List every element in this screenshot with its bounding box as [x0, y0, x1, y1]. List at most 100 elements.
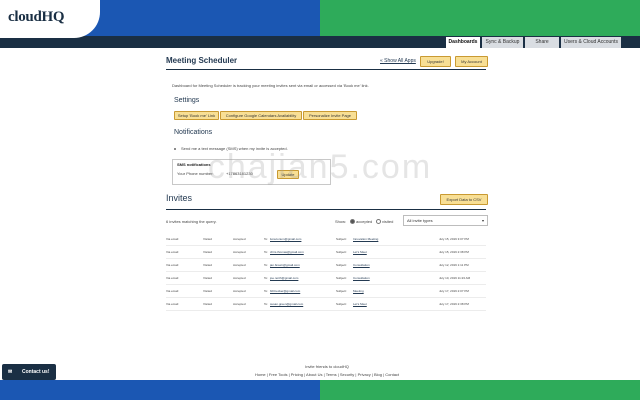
row-via: Via email: [166, 263, 179, 267]
row-visited: Visited: [203, 289, 212, 293]
row-status: Accepted: [233, 302, 246, 306]
row-subject-link[interactable]: Consultation: [353, 263, 370, 267]
row-via: Via email: [166, 237, 179, 241]
configure-calendars-button[interactable]: Configure Google Calendars Availability: [220, 111, 302, 120]
intro-text: Dashboard for Meeting Scheduler is track…: [172, 83, 369, 88]
footer-link[interactable]: Free Tools: [269, 372, 288, 377]
invite-type-select[interactable]: All invite types ▾: [403, 215, 488, 226]
setup-book-me-link-button[interactable]: Setup 'Book me' Link: [174, 111, 219, 120]
my-account-button[interactable]: My Account: [455, 56, 488, 67]
logo[interactable]: cloudHQ: [0, 0, 100, 38]
row-to-label: To:: [264, 237, 269, 241]
row-visited: Visited: [203, 302, 212, 306]
row-date: July 17, 2019 2:07 PM: [439, 289, 469, 293]
show-label: Show:: [335, 219, 347, 224]
row-status: Accepted: [233, 263, 246, 267]
row-date: July 17, 2019 2:38 PM: [439, 302, 469, 306]
footer-link[interactable]: Blog: [374, 372, 382, 377]
personalize-invite-page-button[interactable]: Personalize Invite Page: [303, 111, 357, 120]
row-email-link[interactable]: joe.north@gmail.com: [270, 276, 298, 280]
accepted-radio[interactable]: [350, 219, 355, 224]
row-to-label: To:: [264, 250, 269, 254]
table-row: Via email Visited Accepted To: jan.brown@gma…: [166, 259, 486, 272]
row-subject-label: Subject:: [336, 302, 347, 306]
contact-us-button[interactable]: ✉ Contact us!: [2, 364, 56, 380]
row-date: July 15, 2019 2:38 PM: [439, 250, 469, 254]
footer-link[interactable]: Home: [255, 372, 266, 377]
invites-heading: Invites: [166, 193, 193, 203]
row-visited: Visited: [203, 237, 212, 241]
row-subject-label: Subject:: [336, 276, 347, 280]
footer-link[interactable]: About Us: [306, 372, 322, 377]
row-status: Accepted: [233, 289, 246, 293]
row-via: Via email: [166, 250, 179, 254]
row-email-link[interactable]: bill.becker@gmail.com: [270, 289, 300, 293]
invite-type-value: All invite types: [407, 218, 433, 223]
row-date: July 10, 2019 11:23 AM: [439, 276, 471, 280]
table-row: Via email Visited Accepted To: joe.north@gma…: [166, 272, 486, 285]
row-status: Accepted: [233, 276, 246, 280]
footer-links: Home | Free Tools | Pricing | About Us |…: [166, 372, 488, 377]
row-to-label: To:: [264, 302, 269, 306]
visited-label: visited: [382, 219, 394, 224]
row-via: Via email: [166, 276, 179, 280]
row-subject-link[interactable]: Innovation Meeting: [353, 237, 378, 241]
tab-share[interactable]: Share: [525, 37, 559, 48]
row-email-link[interactable]: jan.brown@gmail.com: [270, 263, 300, 267]
table-row: Via email Visited Accepted To: luna.lonum@gm…: [166, 233, 486, 246]
row-to-label: To:: [264, 276, 269, 280]
row-subject-label: Subject:: [336, 237, 347, 241]
row-visited: Visited: [203, 276, 212, 280]
row-via: Via email: [166, 302, 179, 306]
bottom-green: [320, 380, 640, 400]
table-row: Via email Visited Accepted To: chris.thomas@…: [166, 246, 486, 259]
footer-link[interactable]: Terms: [326, 372, 337, 377]
row-visited: Visited: [203, 263, 212, 267]
notifications-heading: Notifications: [174, 129, 213, 136]
invites-count: 6 invites matching the query.: [166, 219, 217, 224]
row-to-label: To:: [264, 289, 269, 293]
chevron-down-icon: ▾: [481, 218, 484, 223]
row-date: July 12, 2019 1:11 PM: [439, 263, 469, 267]
visited-radio[interactable]: [376, 219, 381, 224]
row-email-link[interactable]: luna.lonum@gmail.com: [270, 237, 301, 241]
footer: Invite friends to cloudHQ Home | Free To…: [166, 364, 488, 378]
row-status: Accepted: [233, 237, 246, 241]
row-subject-label: Subject:: [336, 250, 347, 254]
footer-link[interactable]: Contact: [385, 372, 399, 377]
tab-dashboards[interactable]: Dashboards: [446, 37, 480, 48]
export-csv-button[interactable]: Export Data to CSV: [440, 194, 488, 205]
footer-link[interactable]: Security: [340, 372, 354, 377]
row-email-link[interactable]: susan.green@gmail.com: [270, 302, 303, 306]
row-status: Accepted: [233, 250, 246, 254]
upgrade-button[interactable]: Upgrade!: [420, 56, 451, 67]
row-subject-label: Subject:: [336, 263, 347, 267]
main-panel: Meeting Scheduler « Show All Apps Upgrad…: [166, 52, 488, 352]
show-all-apps-link[interactable]: « Show All Apps: [380, 58, 416, 64]
contact-us-label: Contact us!: [22, 369, 50, 375]
row-subject-link[interactable]: Consultation: [353, 276, 370, 280]
envelope-icon: ✉: [8, 369, 13, 375]
row-subject-link[interactable]: Meeting: [353, 289, 364, 293]
bottom-banner: [0, 380, 640, 400]
footer-link[interactable]: Privacy: [358, 372, 371, 377]
tab-sync-backup[interactable]: Sync & Backup: [482, 37, 523, 48]
invites-divider: [166, 209, 486, 210]
row-date: July 15, 2019 3:07 PM: [439, 237, 469, 241]
row-divider: [166, 310, 486, 311]
row-subject-link[interactable]: Let's Meet: [353, 302, 367, 306]
row-subject-label: Subject:: [336, 289, 347, 293]
invite-friends-text[interactable]: Invite friends to cloudHQ: [166, 364, 488, 369]
footer-link[interactable]: Pricing: [291, 372, 303, 377]
tab-users-cloud-accounts[interactable]: Users & Cloud Accounts: [561, 37, 621, 48]
table-row: Via email Visited Accepted To: susan.green@g…: [166, 298, 486, 311]
row-email-link[interactable]: chris.thomas@gmail.com: [270, 250, 304, 254]
bottom-blue: [0, 380, 320, 400]
title-divider: [166, 69, 486, 70]
watermark: chajian5.com: [207, 148, 433, 186]
row-subject-link[interactable]: Let's Meet: [353, 250, 367, 254]
row-via: Via email: [166, 289, 179, 293]
row-to-label: To:: [264, 263, 269, 267]
accepted-label: accepted: [356, 219, 373, 224]
table-row: Via email Visited Accepted To: bill.becker@g…: [166, 285, 486, 298]
